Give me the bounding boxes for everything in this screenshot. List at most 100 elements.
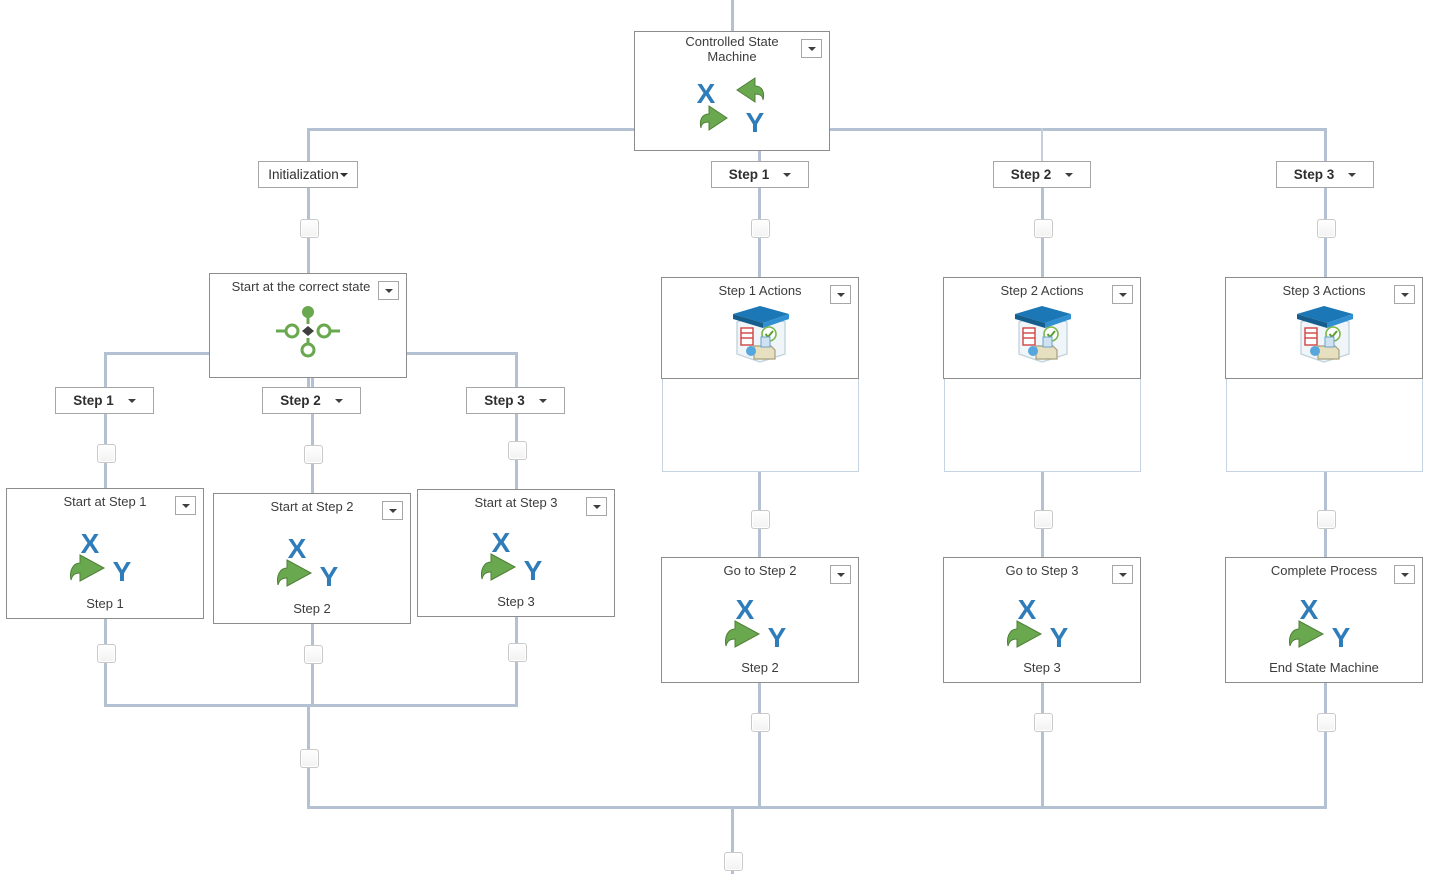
chevron-down-icon <box>1118 292 1127 297</box>
branch-pill-step-2[interactable]: Step 2 <box>993 161 1091 188</box>
chevron-down-icon <box>807 46 816 51</box>
sequence-body-step-1[interactable] <box>662 378 859 472</box>
node-header: Step 3 Actions <box>1226 278 1422 304</box>
connector-handle[interactable] <box>751 219 770 238</box>
node-start-at-correct-state[interactable]: Start at the correct state <box>209 273 407 378</box>
svg-text:Y: Y <box>113 556 132 585</box>
chevron-down-icon <box>384 288 393 293</box>
node-icon-area: X Y <box>418 516 614 594</box>
branch-label: Initialization <box>268 167 339 182</box>
svg-text:X: X <box>697 78 716 109</box>
expand-collapse-button[interactable] <box>1394 285 1415 304</box>
svg-text:X: X <box>492 527 511 558</box>
case-label: Step 3 <box>484 393 525 408</box>
goto-xy-icon: X Y <box>277 533 339 590</box>
case-pill-step-2[interactable]: Step 2 <box>262 387 361 414</box>
node-header: Start at the correct state <box>210 274 406 300</box>
svg-text:Y: Y <box>1332 622 1351 651</box>
connector-handle[interactable] <box>304 445 323 464</box>
node-footer: Step 2 <box>293 601 331 616</box>
connector-handle[interactable] <box>304 645 323 664</box>
expand-collapse-button[interactable] <box>1112 565 1133 584</box>
connector-handle[interactable] <box>724 852 743 871</box>
svg-text:X: X <box>1300 594 1319 625</box>
expand-collapse-button[interactable] <box>378 281 399 300</box>
node-icon-area: X Y <box>635 76 829 138</box>
svg-text:Y: Y <box>768 622 787 651</box>
connector-handle[interactable] <box>1034 219 1053 238</box>
expand-collapse-button[interactable] <box>1112 285 1133 304</box>
sequence-body-step-3[interactable] <box>1226 378 1423 472</box>
expand-collapse-button[interactable] <box>830 285 851 304</box>
connector-handle[interactable] <box>97 644 116 663</box>
chevron-down-icon <box>592 504 601 509</box>
node-go-to-step-2[interactable]: Go to Step 2 X Y Step 2 <box>661 557 859 683</box>
connector-handle[interactable] <box>1034 713 1053 732</box>
node-start-at-step-3[interactable]: Start at Step 3 X Y Step 3 <box>417 489 615 617</box>
expand-collapse-button[interactable] <box>801 39 822 58</box>
node-start-at-step-1[interactable]: Start at Step 1 X Y Step 1 <box>6 488 204 619</box>
connector-handle[interactable] <box>1317 510 1336 529</box>
chevron-down-icon <box>836 572 845 577</box>
connector-handle[interactable] <box>300 749 319 768</box>
connector-handle[interactable] <box>1317 219 1336 238</box>
svg-text:Y: Y <box>1050 622 1069 651</box>
connector-handle[interactable] <box>1034 510 1053 529</box>
node-step-1-actions[interactable]: Step 1 Actions <box>661 277 859 379</box>
connector-handle[interactable] <box>751 713 770 732</box>
sequence-box-icon <box>733 306 789 363</box>
goto-xy-icon: X Y <box>70 528 132 585</box>
connector-case1-drop <box>104 352 107 388</box>
connector-branch-drop-step3 <box>1324 128 1327 162</box>
node-step-3-actions[interactable]: Step 3 Actions <box>1225 277 1423 379</box>
node-step-2-actions[interactable]: Step 2 Actions <box>943 277 1141 379</box>
node-title: Step 3 Actions <box>1282 283 1366 299</box>
node-footer: End State Machine <box>1269 660 1379 675</box>
node-header: Start at Step 1 <box>7 489 203 515</box>
connector-handle[interactable] <box>1317 713 1336 732</box>
svg-text:X: X <box>288 533 307 564</box>
expand-collapse-button[interactable] <box>586 497 607 516</box>
connector-handle[interactable] <box>300 219 319 238</box>
branch-label: Step 1 <box>728 167 770 182</box>
case-pill-step-1[interactable]: Step 1 <box>55 387 154 414</box>
expand-collapse-button[interactable] <box>382 501 403 520</box>
node-go-to-step-3[interactable]: Go to Step 3 X Y Step 3 <box>943 557 1141 683</box>
node-title: Controlled State Machine <box>685 34 779 65</box>
expand-collapse-button[interactable] <box>830 565 851 584</box>
connector-step1-goto-out <box>758 683 761 809</box>
connector-handle[interactable] <box>508 441 527 460</box>
svg-text:X: X <box>1018 594 1037 625</box>
sequence-body-step-2[interactable] <box>944 378 1141 472</box>
node-complete-process[interactable]: Complete Process X Y End State Machine <box>1225 557 1423 683</box>
chevron-down-icon <box>181 503 190 508</box>
node-title: Start at Step 2 <box>270 499 354 515</box>
node-start-at-step-2[interactable]: Start at Step 2 X Y Step 2 <box>213 493 411 624</box>
node-icon-area: X Y <box>214 520 410 601</box>
connector-init-merge-bar <box>104 704 518 707</box>
case-pill-step-3[interactable]: Step 3 <box>466 387 565 414</box>
expand-collapse-button[interactable] <box>175 496 196 515</box>
node-header: Go to Step 3 <box>944 558 1140 584</box>
node-controlled-state-machine[interactable]: Controlled State Machine X Y <box>634 31 830 151</box>
connector-top-in <box>731 0 734 32</box>
branch-pill-step-1[interactable]: Step 1 <box>711 161 809 188</box>
node-header: Start at Step 2 <box>214 494 410 520</box>
branch-pill-step-3[interactable]: Step 3 <box>1276 161 1374 188</box>
branch-pill-initialization[interactable]: Initialization <box>258 161 358 188</box>
node-title: Go to Step 3 <box>1005 563 1079 579</box>
node-icon-area: X Y <box>944 584 1140 660</box>
svg-text:Y: Y <box>746 107 765 138</box>
node-header: Step 2 Actions <box>944 278 1140 304</box>
chevron-down-icon <box>1118 572 1127 577</box>
connector-handle[interactable] <box>508 643 527 662</box>
chevron-down-icon <box>339 172 348 177</box>
node-icon-area: X Y <box>1226 584 1422 660</box>
branch-label: Step 2 <box>1010 167 1052 182</box>
node-title: Start at Step 3 <box>474 495 558 511</box>
expand-collapse-button[interactable] <box>1394 565 1415 584</box>
connector-handle[interactable] <box>751 510 770 529</box>
goto-xy-icon: X Y <box>1007 594 1069 651</box>
goto-xy-icon: X Y <box>481 527 543 584</box>
connector-handle[interactable] <box>97 444 116 463</box>
